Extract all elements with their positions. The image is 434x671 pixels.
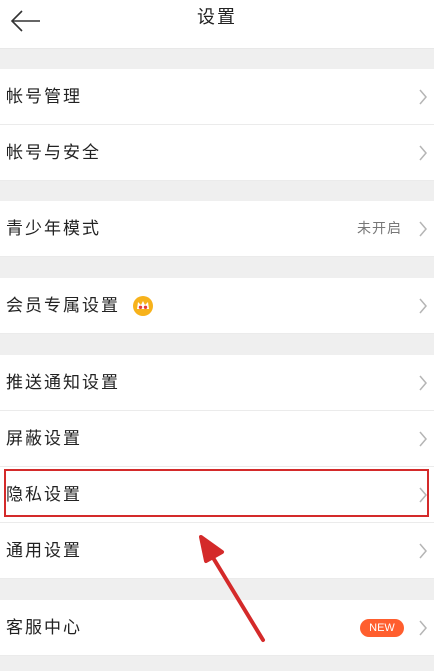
- settings-item-privacy-settings[interactable]: 隐私设置: [0, 467, 434, 523]
- settings-item-account-management[interactable]: 帐号管理: [0, 69, 434, 125]
- chevron-right-icon: [419, 145, 427, 161]
- chevron-right-icon: [419, 89, 427, 105]
- settings-item-general-settings[interactable]: 通用设置: [0, 523, 434, 579]
- settings-item-label: 客服中心: [6, 618, 82, 638]
- settings-item-label: 帐号与安全: [6, 143, 101, 163]
- settings-item-label: 屏蔽设置: [6, 429, 82, 449]
- chevron-right-icon: [419, 431, 427, 447]
- settings-item-label: 青少年模式: [6, 219, 101, 239]
- settings-item-customer-service[interactable]: 客服中心 NEW: [0, 600, 434, 656]
- section-divider: [0, 334, 434, 355]
- app-header: 设置: [0, 0, 434, 49]
- settings-item-teen-mode[interactable]: 青少年模式 未开启: [0, 201, 434, 257]
- settings-item-label: 隐私设置: [6, 485, 82, 505]
- section-divider: [0, 257, 434, 278]
- crown-icon: [133, 296, 153, 316]
- arrow-left-icon: [10, 10, 40, 32]
- settings-item-account-security[interactable]: 帐号与安全: [0, 125, 434, 181]
- settings-item-label: 通用设置: [6, 541, 82, 561]
- section-divider: [0, 579, 434, 600]
- settings-item-label: 帐号管理: [6, 87, 82, 107]
- chevron-right-icon: [419, 375, 427, 391]
- page-title: 设置: [197, 7, 237, 28]
- settings-item-label: 推送通知设置: [6, 373, 120, 393]
- bottom-divider: [0, 656, 434, 671]
- settings-item-vip-settings[interactable]: 会员专属设置: [0, 278, 434, 334]
- settings-item-block-settings[interactable]: 屏蔽设置: [0, 411, 434, 467]
- chevron-right-icon: [419, 620, 427, 636]
- teen-mode-status: 未开启: [357, 221, 402, 237]
- section-divider: [0, 181, 434, 201]
- chevron-right-icon: [419, 487, 427, 503]
- back-button[interactable]: [6, 6, 46, 42]
- chevron-right-icon: [419, 221, 427, 237]
- chevron-right-icon: [419, 543, 427, 559]
- settings-item-label: 会员专属设置: [6, 296, 120, 316]
- chevron-right-icon: [419, 298, 427, 314]
- new-badge: NEW: [360, 619, 404, 637]
- settings-item-push-notifications[interactable]: 推送通知设置: [0, 355, 434, 411]
- section-divider: [0, 49, 434, 69]
